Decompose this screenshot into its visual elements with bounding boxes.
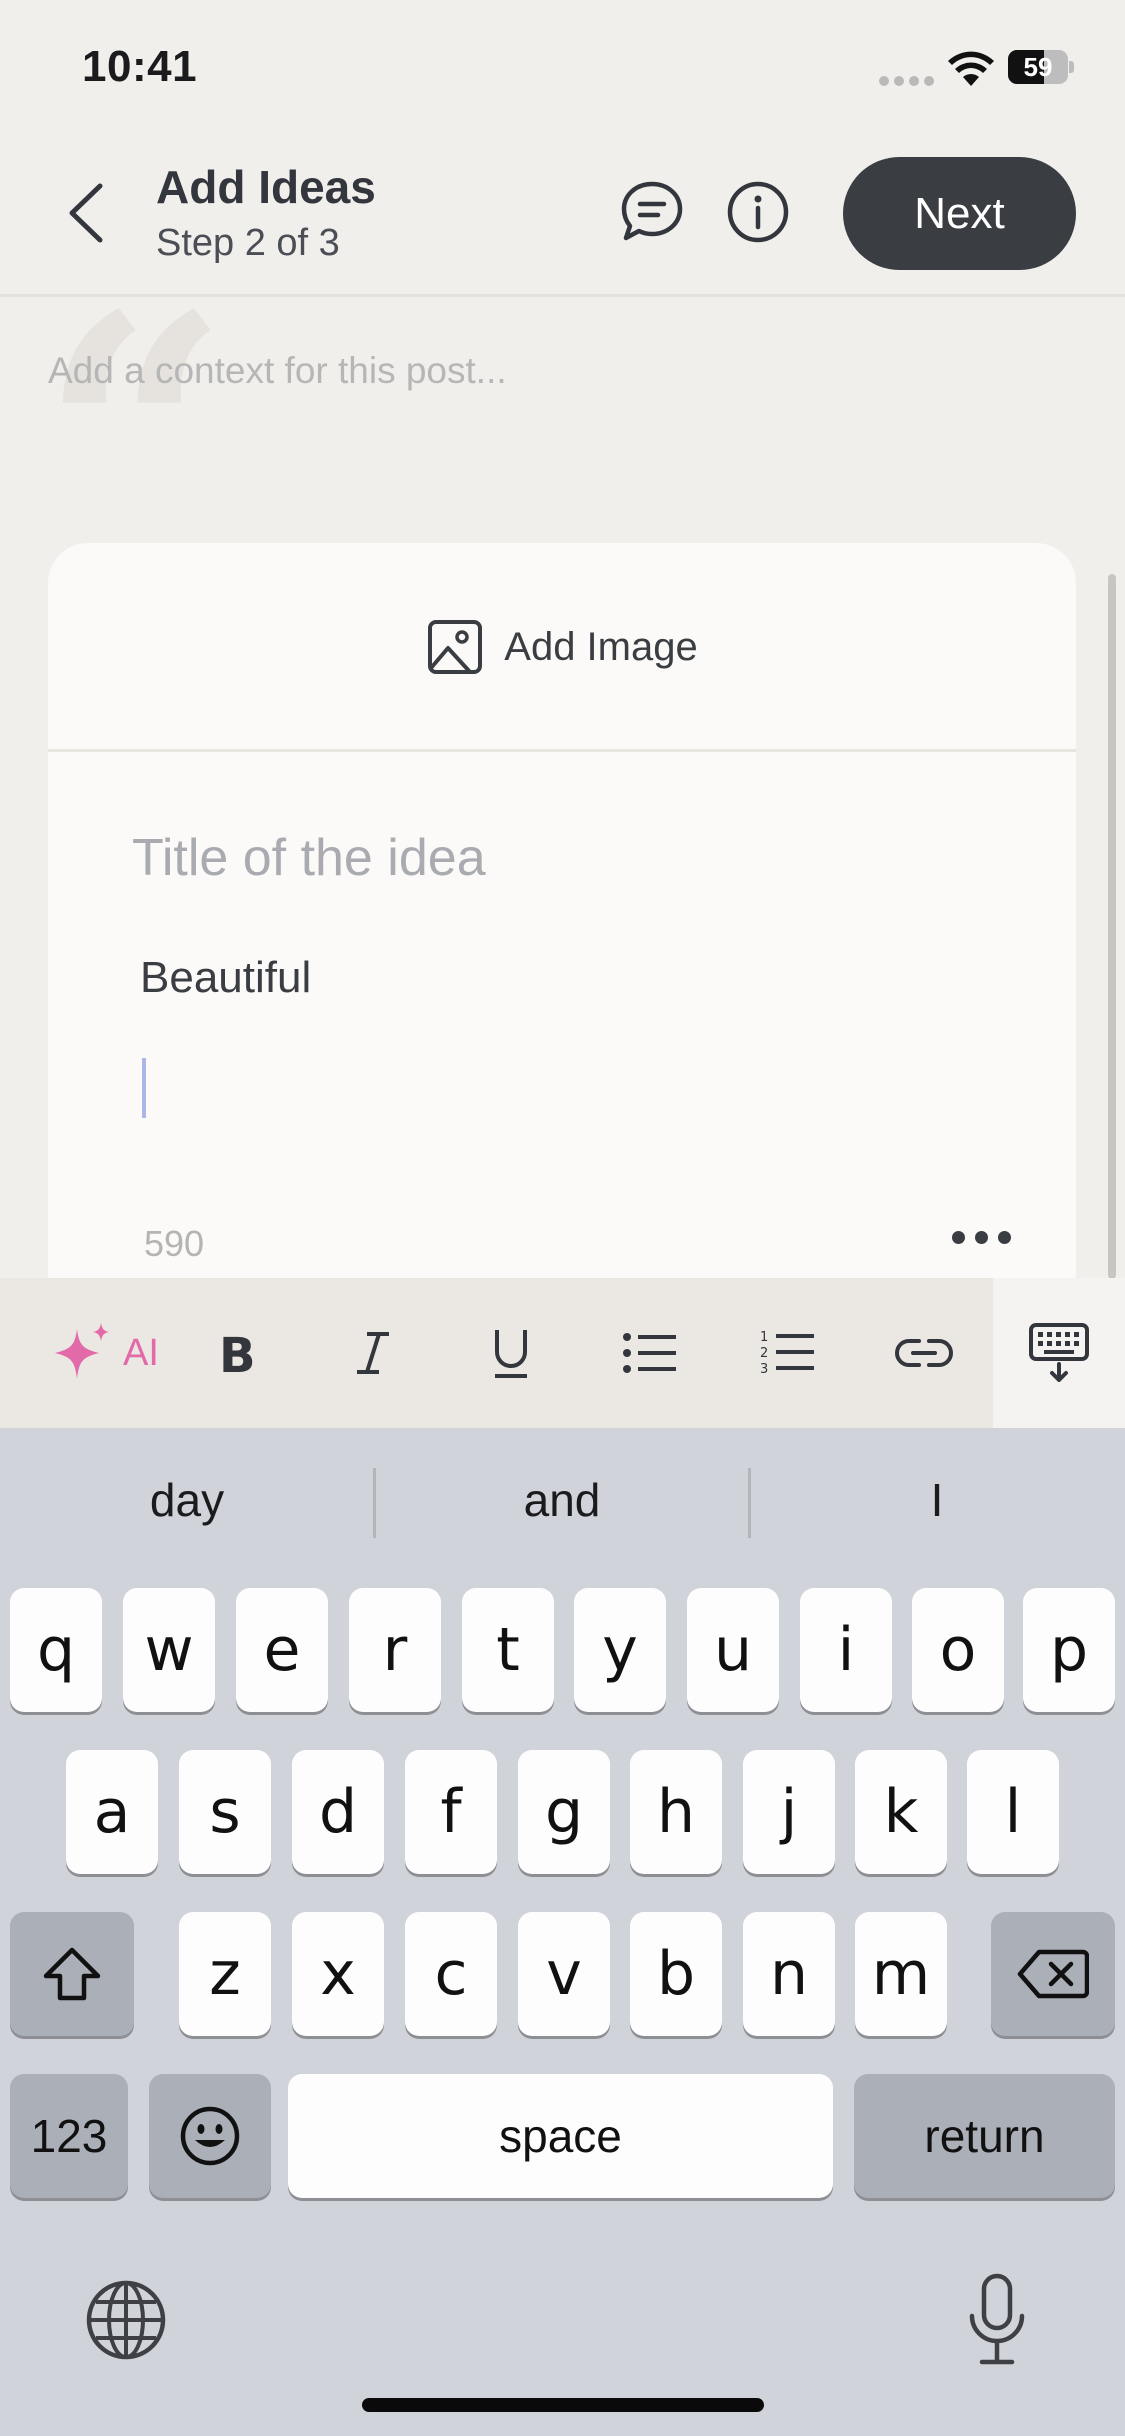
key-k[interactable]: k (855, 1750, 947, 1874)
link-button[interactable] (886, 1308, 962, 1398)
key-q[interactable]: q (10, 1588, 102, 1712)
globe-icon (86, 2280, 166, 2360)
wifi-icon (946, 50, 996, 93)
suggestion-2[interactable]: and (377, 1460, 747, 1540)
battery-icon: 59 (1008, 50, 1074, 86)
backspace-key[interactable] (991, 1912, 1115, 2036)
key-x[interactable]: x (292, 1912, 384, 2036)
suggestion-separator (373, 1468, 376, 1538)
globe-button[interactable] (84, 2278, 168, 2362)
svg-text:3: 3 (760, 1362, 768, 1377)
character-count: 590 (144, 1223, 205, 1264)
key-b[interactable]: b (630, 1912, 722, 2036)
status-time: 10:41 (82, 42, 198, 91)
ai-label: AI (123, 1331, 159, 1374)
underline-icon (495, 1330, 527, 1378)
more-options-button[interactable] (952, 1231, 1016, 1251)
add-image-button[interactable]: Add Image (48, 543, 1076, 751)
page-title: Add Ideas (156, 161, 376, 213)
add-image-label: Add Image (504, 624, 698, 669)
key-s[interactable]: s (179, 1750, 271, 1874)
key-i[interactable]: i (800, 1588, 892, 1712)
key-p[interactable]: p (1023, 1588, 1115, 1712)
home-indicator[interactable] (362, 2398, 764, 2412)
key-l[interactable]: l (967, 1750, 1059, 1874)
key-c[interactable]: c (405, 1912, 497, 2036)
back-button[interactable] (58, 178, 118, 248)
key-y[interactable]: y (574, 1588, 666, 1712)
bold-button[interactable]: B (202, 1308, 272, 1398)
bullet-list-icon (623, 1333, 676, 1373)
next-button[interactable]: Next (843, 157, 1076, 270)
key-n[interactable]: n (743, 1912, 835, 2036)
chat-bubble-icon (621, 181, 683, 241)
ai-assist-button[interactable]: AI (40, 1308, 170, 1398)
key-w[interactable]: w (123, 1588, 215, 1712)
bold-icon: B (219, 1328, 256, 1378)
idea-card: Add Image Title of the idea Beautiful 59… (48, 543, 1076, 1283)
text-cursor (142, 1058, 146, 1118)
sparkle-icon (55, 1323, 110, 1379)
info-icon (727, 181, 789, 243)
svg-text:B: B (219, 1328, 256, 1378)
dismiss-keyboard-button[interactable] (993, 1278, 1125, 1428)
svg-text:2: 2 (760, 1346, 768, 1361)
key-r[interactable]: r (349, 1588, 441, 1712)
italic-icon (357, 1332, 389, 1374)
suggestion-3[interactable]: I (752, 1460, 1122, 1540)
card-divider (48, 749, 1076, 752)
key-g[interactable]: g (518, 1750, 610, 1874)
key-v[interactable]: v (518, 1912, 610, 2036)
format-toolbar: AI B 123 (0, 1278, 993, 1428)
key-t[interactable]: t (462, 1588, 554, 1712)
battery-level: 59 (1023, 51, 1053, 82)
key-o[interactable]: o (912, 1588, 1004, 1712)
idea-body-text[interactable]: Beautiful (140, 953, 311, 1003)
context-input[interactable]: Add a context for this post... (48, 350, 1048, 392)
backspace-icon (1017, 1949, 1089, 1999)
key-j[interactable]: j (743, 1750, 835, 1874)
svg-text:1: 1 (760, 1330, 768, 1345)
numbers-key[interactable]: 123 (10, 2074, 128, 2198)
space-key[interactable]: space (288, 2074, 833, 2198)
comments-button[interactable] (616, 176, 688, 248)
suggestion-1[interactable]: day (2, 1460, 372, 1540)
return-key[interactable]: return (854, 2074, 1115, 2198)
key-z[interactable]: z (179, 1912, 271, 2036)
numbered-list-button[interactable]: 123 (750, 1308, 826, 1398)
underline-button[interactable] (476, 1308, 546, 1398)
bullet-list-button[interactable] (612, 1308, 688, 1398)
idea-title-input[interactable]: Title of the idea (132, 828, 486, 888)
emoji-key[interactable] (149, 2074, 271, 2198)
keyboard-dismiss-icon (1029, 1323, 1089, 1382)
key-f[interactable]: f (405, 1750, 497, 1874)
emoji-icon (180, 2106, 240, 2166)
image-icon (428, 620, 483, 674)
cellular-icon (878, 74, 936, 93)
key-u[interactable]: u (687, 1588, 779, 1712)
link-icon (895, 1339, 953, 1367)
italic-button[interactable] (338, 1308, 408, 1398)
key-a[interactable]: a (66, 1750, 158, 1874)
scroll-indicator[interactable] (1108, 574, 1116, 1279)
chevron-left-icon (69, 183, 103, 243)
key-m[interactable]: m (855, 1912, 947, 2036)
key-d[interactable]: d (292, 1750, 384, 1874)
key-h[interactable]: h (630, 1750, 722, 1874)
shift-key[interactable] (10, 1912, 134, 2036)
microphone-icon (969, 2273, 1025, 2365)
dictation-button[interactable] (962, 2270, 1032, 2370)
key-e[interactable]: e (236, 1588, 328, 1712)
numbered-list-icon: 123 (760, 1330, 814, 1377)
shift-icon (43, 1947, 101, 2001)
info-button[interactable] (722, 176, 794, 248)
suggestion-separator (748, 1468, 751, 1538)
keyboard: day and I q w e r t y u i o p a s d f g … (0, 1428, 1125, 2436)
